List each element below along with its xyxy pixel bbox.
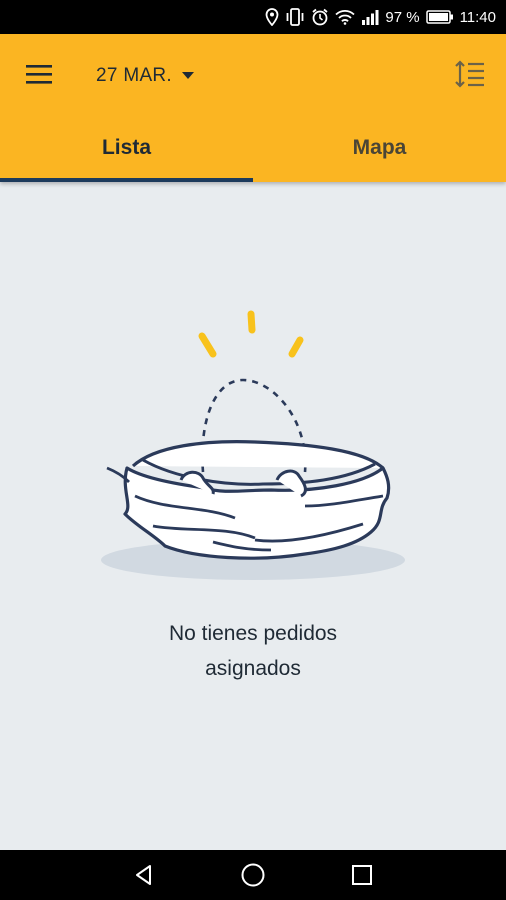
- sort-button[interactable]: [452, 56, 488, 92]
- empty-state-line2: asignados: [205, 657, 301, 680]
- system-nav-bar: [0, 850, 506, 900]
- alarm-icon: [311, 8, 329, 26]
- home-icon: [241, 863, 265, 887]
- battery-icon: [425, 10, 454, 24]
- menu-button[interactable]: [20, 60, 58, 90]
- location-icon: [265, 8, 279, 26]
- tab-lista[interactable]: Lista: [0, 114, 253, 182]
- signal-icon: [361, 9, 379, 25]
- recents-icon: [351, 865, 372, 885]
- menu-icon: [26, 65, 52, 84]
- screen: 97 % 11:40 27 MAR. Lista Mapa No tienes …: [0, 0, 506, 900]
- back-button[interactable]: [124, 855, 164, 895]
- tab-mapa-label: Mapa: [352, 136, 407, 159]
- home-button[interactable]: [233, 855, 273, 895]
- empty-state-message: No tienes pedidos asignados: [0, 616, 506, 686]
- caret-down-icon: [182, 72, 195, 79]
- clock: 11:40: [459, 8, 496, 26]
- toolbar: 27 MAR.: [0, 34, 506, 114]
- recents-button[interactable]: [342, 855, 382, 895]
- back-icon: [136, 865, 152, 885]
- date-selector[interactable]: 27 MAR.: [96, 62, 195, 90]
- tab-bar: Lista Mapa: [0, 114, 506, 182]
- battery-percent: 97 %: [385, 8, 420, 26]
- empty-nest-illustration: [95, 300, 415, 590]
- wifi-icon: [335, 9, 355, 25]
- tab-lista-label: Lista: [101, 136, 151, 159]
- empty-state-line1: No tienes pedidos: [168, 622, 338, 645]
- sort-icon: [455, 60, 484, 88]
- tab-indicator: [0, 178, 253, 182]
- date-label: 27 MAR.: [96, 65, 173, 86]
- tab-mapa[interactable]: Mapa: [253, 114, 506, 182]
- status-bar: 97 % 11:40: [0, 0, 506, 34]
- app-bar: 27 MAR. Lista Mapa: [0, 34, 506, 182]
- vibrate-icon: [285, 8, 305, 26]
